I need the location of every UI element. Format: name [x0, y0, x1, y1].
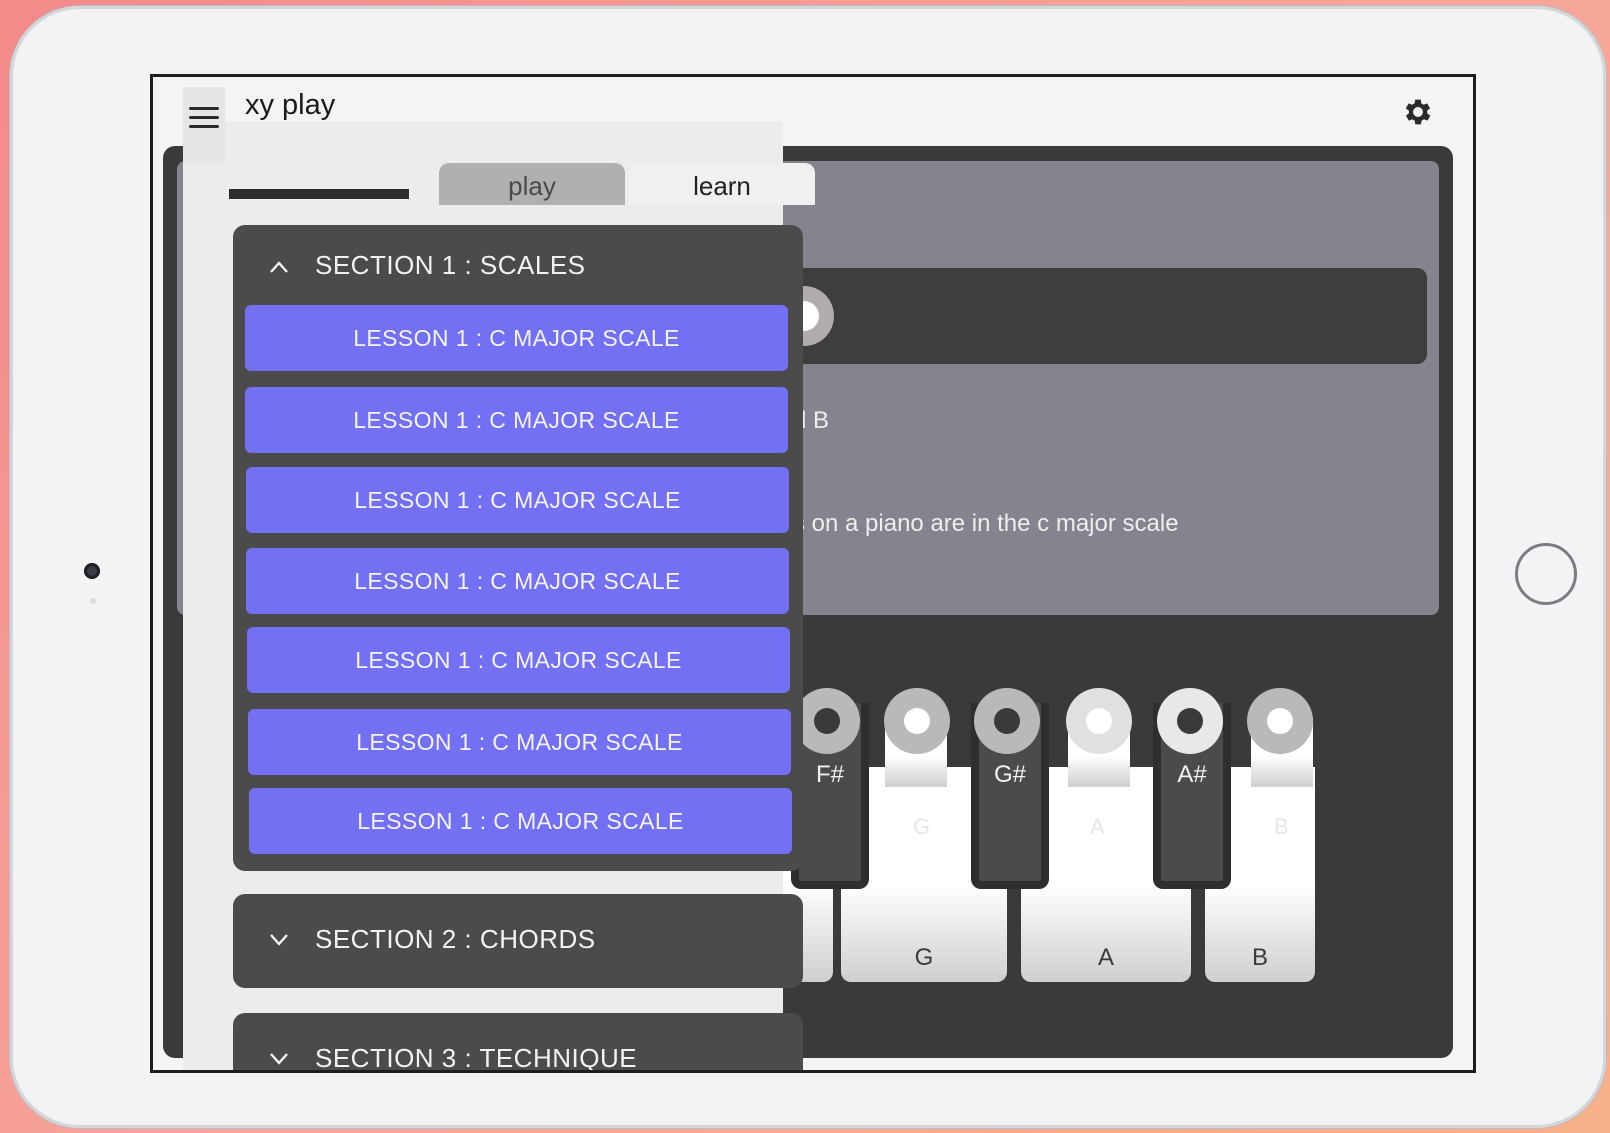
- section-title[interactable]: SECTION 2 : CHORDS: [315, 924, 596, 955]
- note-marker[interactable]: [974, 688, 1040, 754]
- section-technique[interactable]: SECTION 3 : TECHNIQUE: [233, 1013, 803, 1070]
- lesson-button[interactable]: LESSON 1 : C MAJOR SCALE: [247, 627, 790, 693]
- tab-underline: [229, 189, 409, 199]
- sensor-dot: [90, 598, 96, 604]
- hamburger-icon[interactable]: [183, 87, 225, 163]
- ghost-key-label: A: [1090, 814, 1105, 839]
- key-label: G#: [993, 761, 1026, 788]
- section-scales: SECTION 1 : SCALES LESSON 1 : C MAJOR SC…: [233, 225, 803, 871]
- lesson-button[interactable]: LESSON 1 : C MAJOR SCALE: [245, 305, 788, 371]
- ghost-key-label: G: [913, 814, 931, 839]
- lesson-button[interactable]: LESSON 1 : C MAJOR SCALE: [245, 387, 788, 453]
- section-title[interactable]: SECTION 3 : TECHNIQUE: [315, 1043, 637, 1070]
- lessons-drawer: play learn SECTION 1 : SCALES LESSON 1 :…: [183, 121, 815, 1070]
- tab-play[interactable]: play: [439, 163, 625, 205]
- chevron-down-icon[interactable]: [269, 1049, 289, 1069]
- note-marker[interactable]: [1157, 688, 1223, 754]
- key-label: A: [1097, 944, 1114, 971]
- lesson-button[interactable]: LESSON 1 : C MAJOR SCALE: [246, 548, 789, 614]
- ghost-key-label: B: [1274, 814, 1289, 839]
- chevron-down-icon[interactable]: [269, 930, 289, 950]
- key-label: G: [914, 944, 934, 971]
- gear-icon[interactable]: [1401, 95, 1435, 129]
- app-title: xy play: [245, 89, 336, 121]
- lesson-button[interactable]: LESSON 1 : C MAJOR SCALE: [246, 467, 789, 533]
- front-camera: [84, 563, 100, 579]
- tab-learn[interactable]: learn: [629, 163, 815, 205]
- note-marker[interactable]: [884, 688, 950, 754]
- key-label: B: [1251, 944, 1268, 971]
- section-chords[interactable]: SECTION 2 : CHORDS: [233, 894, 803, 988]
- section-title[interactable]: SECTION 1 : SCALES: [315, 250, 586, 281]
- chevron-up-icon[interactable]: [269, 257, 289, 277]
- note-marker[interactable]: [1247, 688, 1313, 754]
- key-label: A#: [1177, 761, 1207, 788]
- home-button[interactable]: [1515, 543, 1577, 605]
- key-label: F#: [815, 761, 844, 788]
- lesson-button[interactable]: LESSON 1 : C MAJOR SCALE: [248, 709, 791, 775]
- note-marker[interactable]: [794, 688, 860, 754]
- app-screen: d B s on a piano are in the c major scal…: [150, 74, 1476, 1073]
- note-marker[interactable]: [1066, 688, 1132, 754]
- lesson-text-line: s on a piano are in the c major scale: [793, 510, 1179, 537]
- lesson-button[interactable]: LESSON 1 : C MAJOR SCALE: [249, 788, 792, 854]
